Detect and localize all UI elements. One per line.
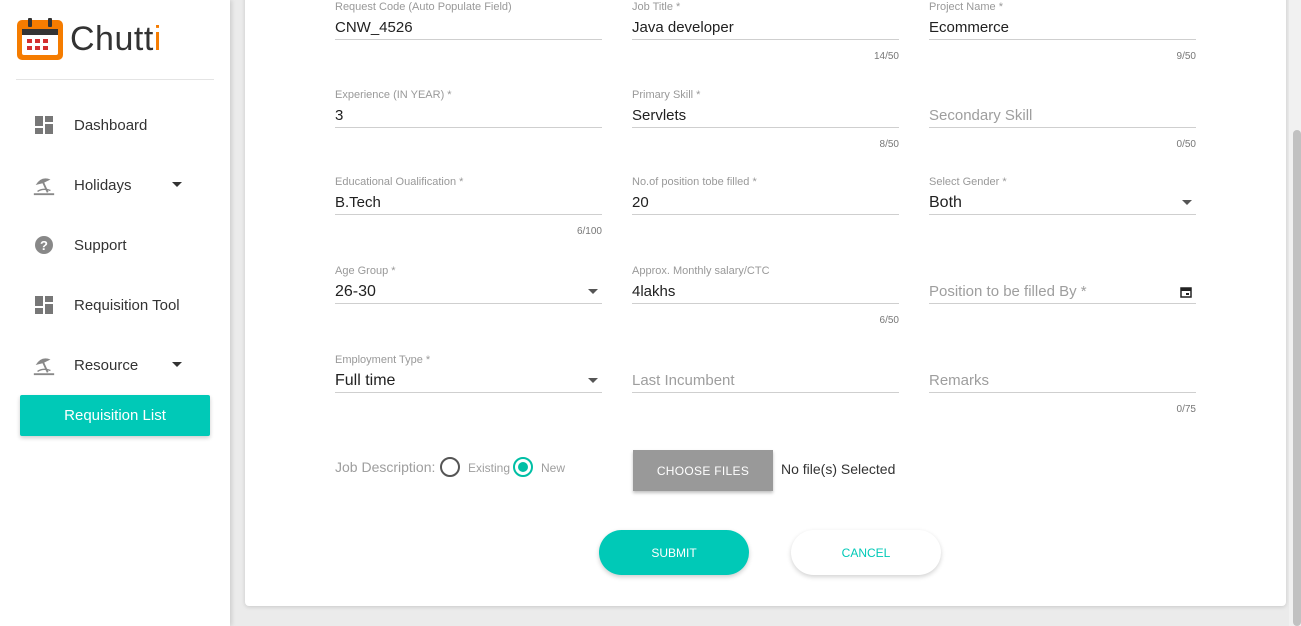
field-underline: [632, 39, 899, 40]
field-label: Primary Skill *: [632, 89, 701, 101]
help-icon: ?: [32, 233, 56, 257]
field-underline: [929, 127, 1196, 128]
select-value[interactable]: Full time: [335, 372, 395, 390]
sidebar-item-label: Requisition Tool: [74, 296, 180, 314]
field-underline: [335, 214, 602, 215]
field-value[interactable]: B.Tech: [335, 194, 381, 211]
submit-button[interactable]: SUBMIT: [599, 530, 749, 575]
char-counter: 14/50: [873, 51, 899, 62]
beach-icon: [32, 353, 56, 377]
field-label: Age Group *: [335, 265, 396, 277]
sidebar-item-resource[interactable]: Resource: [32, 353, 192, 377]
field-underline: [335, 392, 602, 393]
field-underline: [929, 392, 1196, 393]
chevron-down-icon[interactable]: [172, 362, 182, 367]
beach-icon: [32, 173, 56, 197]
field-label: No.of position tobe filled *: [632, 176, 757, 188]
radio-label-existing: Existing: [468, 461, 511, 475]
sidebar-item-dashboard[interactable]: Dashboard: [32, 113, 192, 137]
chevron-down-icon[interactable]: [172, 182, 182, 187]
field-underline: [335, 127, 602, 128]
select-value[interactable]: Both: [929, 194, 962, 212]
dashboard-icon: [32, 293, 56, 317]
radio-existing[interactable]: [440, 457, 460, 477]
calendar-icon[interactable]: [1180, 286, 1192, 298]
field-value[interactable]: 20: [632, 194, 649, 211]
field-placeholder[interactable]: Secondary Skill: [929, 107, 1032, 124]
sidebar-item-label: Dashboard: [74, 116, 148, 134]
divider: [16, 79, 214, 80]
chevron-down-icon[interactable]: [1182, 200, 1192, 205]
char-counter: 0/50: [1176, 139, 1196, 150]
sidebar-item-requisition-tool[interactable]: Requisition Tool: [32, 293, 192, 317]
field-label: Experience (IN YEAR) *: [335, 89, 452, 101]
sidebar: Chutti Dashboard Holidays ? Support Requ…: [0, 0, 230, 626]
field-underline: [632, 127, 899, 128]
choose-files-button[interactable]: CHOOSE FILES: [633, 450, 773, 491]
sidebar-item-label: Resource: [74, 356, 139, 374]
sidebar-item-requisition-list[interactable]: Requisition List: [20, 395, 210, 436]
char-counter: 6/50: [879, 315, 899, 326]
field-underline: [929, 39, 1196, 40]
radio-new[interactable]: [513, 457, 533, 477]
field-label: Project Name *: [929, 1, 1003, 13]
field-value[interactable]: CNW_4526: [335, 19, 413, 36]
field-label: Select Gender *: [929, 176, 1007, 188]
field-value[interactable]: 3: [335, 107, 343, 124]
cancel-button[interactable]: CANCEL: [791, 530, 941, 575]
svg-text:?: ?: [40, 238, 48, 253]
field-placeholder[interactable]: Last Incumbent: [632, 372, 735, 389]
job-description-label: Job Description:: [335, 459, 436, 475]
sidebar-item-label: Support: [74, 236, 127, 254]
field-placeholder[interactable]: Position to be filled By *: [929, 283, 1087, 300]
field-placeholder[interactable]: Remarks: [929, 372, 989, 389]
sidebar-item-holidays[interactable]: Holidays: [32, 173, 192, 197]
field-value[interactable]: Java developer: [632, 19, 734, 36]
field-label: Approx. Monthly salary/CTC: [632, 265, 770, 277]
char-counter: 0/75: [1176, 404, 1196, 415]
field-underline: [632, 214, 899, 215]
radio-label-new: New: [541, 461, 566, 475]
field-label: Employment Type *: [335, 354, 431, 366]
field-underline: [632, 392, 899, 393]
chevron-down-icon[interactable]: [588, 289, 598, 294]
char-counter: 8/50: [879, 139, 899, 150]
char-counter: 9/50: [1176, 51, 1196, 62]
chevron-down-icon[interactable]: [588, 378, 598, 383]
app-logo[interactable]: Chutti: [17, 18, 162, 60]
field-underline: [929, 303, 1196, 304]
field-underline: [335, 39, 602, 40]
sidebar-item-support[interactable]: ? Support: [32, 233, 192, 257]
field-label: Job Title *: [632, 1, 681, 13]
calendar-logo-icon: [17, 18, 63, 60]
field-value[interactable]: Servlets: [632, 107, 686, 124]
select-value[interactable]: 26-30: [335, 283, 376, 301]
char-counter: 6/100: [576, 226, 602, 237]
field-value[interactable]: 4lakhs: [632, 283, 675, 300]
sidebar-item-label: Holidays: [74, 176, 132, 194]
field-value[interactable]: Ecommerce: [929, 19, 1009, 36]
app-name: Chutti: [70, 19, 162, 58]
file-status-text: No file(s) Selected: [781, 461, 896, 477]
field-label: Educational Oualification *: [335, 176, 464, 188]
dashboard-icon: [32, 113, 56, 137]
field-label: Request Code (Auto Populate Field): [335, 1, 512, 13]
scrollbar-thumb[interactable]: [1293, 130, 1301, 626]
field-underline: [929, 214, 1196, 215]
field-underline: [335, 303, 602, 304]
field-underline: [632, 303, 899, 304]
